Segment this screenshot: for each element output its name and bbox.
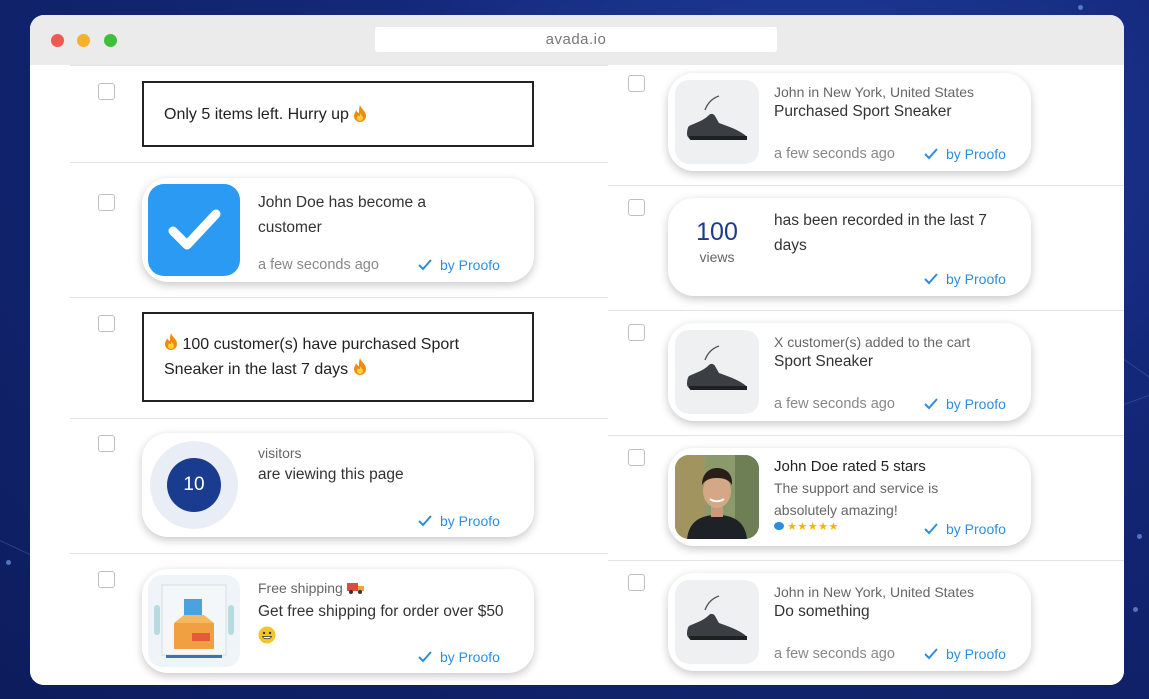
purchase-notification-card[interactable]: John in New York, United States Purchase…	[668, 73, 1031, 171]
select-checkbox[interactable]	[98, 315, 115, 332]
location-text: John in New York, United States	[774, 84, 975, 100]
select-checkbox[interactable]	[98, 83, 115, 100]
row-divider	[70, 553, 608, 554]
text-notice: Only 5 items left. Hurry up	[142, 81, 534, 147]
cart-label: X customer(s) added to the cart	[774, 334, 971, 350]
check-icon	[924, 148, 938, 160]
check-icon	[418, 651, 432, 663]
row-divider	[70, 65, 608, 66]
person-photo-icon	[675, 455, 759, 539]
select-checkbox[interactable]	[98, 194, 115, 211]
fire-icon	[353, 358, 366, 375]
shipping-image	[148, 575, 240, 667]
check-icon	[924, 398, 938, 410]
proofo-badge[interactable]: by Proofo	[924, 271, 1006, 287]
review-title: John Doe rated 5 stars	[774, 458, 926, 475]
notification-time: a few seconds ago	[774, 646, 895, 662]
product-image	[675, 80, 759, 164]
visitor-count-circle: 10	[167, 458, 221, 512]
review-text: The support and service is absolutely am…	[774, 480, 939, 518]
visitors-text: are viewing this page	[258, 466, 404, 483]
views-count: 100	[696, 218, 738, 246]
views-text: has been recorded in the last 7 days	[774, 212, 987, 254]
proofo-badge[interactable]: by Proofo	[924, 521, 1006, 537]
speech-bubble-icon	[774, 522, 784, 530]
proofo-badge[interactable]: by Proofo	[418, 649, 500, 665]
proofo-badge[interactable]: by Proofo	[418, 513, 500, 529]
notice-text: Only 5 items left. Hurry up	[164, 105, 349, 123]
notification-time: a few seconds ago	[774, 396, 895, 412]
check-icon	[924, 648, 938, 660]
sneaker-icon	[687, 95, 747, 140]
checkmark-tile	[148, 184, 240, 276]
proofo-badge[interactable]: by Proofo	[418, 257, 500, 273]
address-bar[interactable]: avada.io	[375, 27, 777, 52]
page-content: Only 5 items left. Hurry up John Doe has…	[30, 65, 1124, 685]
select-checkbox[interactable]	[628, 449, 645, 466]
proofo-badge[interactable]: by Proofo	[924, 146, 1006, 162]
star-rating: ★★★★★	[787, 521, 839, 533]
proofo-badge[interactable]: by Proofo	[924, 646, 1006, 662]
select-checkbox[interactable]	[628, 324, 645, 341]
views-counter: 100 views	[675, 218, 759, 265]
notice-line-2: Sneaker in the last 7 days	[164, 361, 349, 378]
fire-icon	[165, 333, 177, 350]
row-divider	[70, 418, 608, 419]
checkmark-icon	[168, 209, 221, 250]
notice-line-1: 100 customer(s) have purchased Sport	[182, 336, 460, 353]
location-text: John in New York, United States	[774, 584, 975, 600]
visitors-notification-card[interactable]: 10 visitors are viewing this page by Pro…	[142, 433, 534, 537]
minimize-window-button[interactable]	[77, 34, 90, 47]
views-notification-card[interactable]: 100 views has been recorded in the last …	[668, 198, 1031, 296]
purchase-text: Purchased Sport Sneaker	[774, 103, 952, 120]
visitors-avatar: 10	[150, 441, 238, 529]
notification-time: a few seconds ago	[774, 146, 895, 162]
row-divider	[608, 310, 1124, 311]
review-rating: ★★★★★	[774, 520, 839, 533]
row-divider	[608, 435, 1124, 436]
close-window-button[interactable]	[51, 34, 64, 47]
customer-notification-card[interactable]: John Doe has become a customer a few sec…	[142, 178, 534, 282]
product-image	[675, 330, 759, 414]
views-unit: views	[699, 249, 735, 265]
row-divider	[70, 162, 608, 163]
check-icon	[418, 259, 432, 271]
sneaker-icon	[687, 595, 747, 640]
shipping-text: Get free shipping for order over $50	[258, 599, 508, 649]
row-divider	[608, 185, 1124, 186]
product-image	[675, 580, 759, 664]
sneaker-icon	[687, 345, 747, 390]
fire-icon	[354, 105, 367, 122]
action-notification-card[interactable]: John in New York, United States Do somet…	[668, 573, 1031, 671]
check-icon	[924, 273, 938, 285]
notification-time: a few seconds ago	[258, 257, 379, 273]
cart-product: Sport Sneaker	[774, 353, 874, 370]
visitors-label: visitors	[258, 445, 302, 461]
select-checkbox[interactable]	[628, 75, 645, 92]
select-checkbox[interactable]	[628, 574, 645, 591]
select-checkbox[interactable]	[628, 199, 645, 216]
reviewer-avatar	[675, 455, 759, 539]
check-icon	[924, 523, 938, 535]
truck-icon	[346, 583, 364, 594]
shipping-label: Free shipping	[258, 580, 365, 596]
check-icon	[418, 515, 432, 527]
cart-notification-card[interactable]: X customer(s) added to the cart Sport Sn…	[668, 323, 1031, 421]
shipping-notification-card[interactable]: Free shipping Get free shipping for orde…	[142, 569, 534, 673]
notification-title: John Doe has become a customer	[258, 194, 427, 236]
proofo-badge[interactable]: by Proofo	[924, 396, 1006, 412]
shipping-box-icon	[154, 584, 234, 658]
maximize-window-button[interactable]	[104, 34, 117, 47]
select-checkbox[interactable]	[98, 571, 115, 588]
select-checkbox[interactable]	[98, 435, 115, 452]
review-notification-card[interactable]: John Doe rated 5 stars The support and s…	[668, 448, 1031, 546]
row-divider	[70, 297, 608, 298]
text-notice: 100 customer(s) have purchased Sport Sne…	[142, 312, 534, 402]
browser-window: avada.io Only 5 items left. Hurry up Joh…	[30, 15, 1124, 685]
action-text: Do something	[774, 603, 870, 620]
row-divider	[608, 560, 1124, 561]
browser-titlebar: avada.io	[30, 15, 1124, 65]
grinning-face-icon	[258, 626, 276, 644]
